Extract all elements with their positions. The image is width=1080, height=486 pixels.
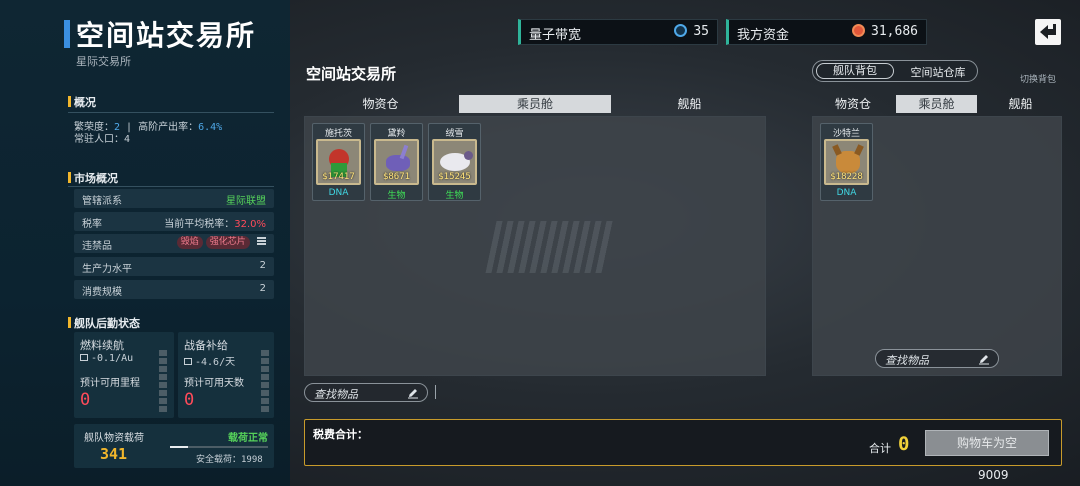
high-output-value: 6.4% (198, 122, 223, 133)
supply-estimate-value: 0 (184, 390, 195, 410)
tab-supplies[interactable]: 物资仓 (304, 95, 457, 113)
page-subtitle: 星际交易所 (76, 55, 131, 68)
item-price: $18228 (830, 172, 863, 182)
bandwidth-display: 量子带宽 35 (518, 19, 718, 45)
ship-silhouette (485, 221, 617, 273)
item-card[interactable]: 施托茨 $17417 DNA (312, 123, 365, 201)
tab-crew[interactable]: 乘员舱 (459, 95, 611, 113)
fuel-icon (80, 354, 88, 361)
bag-toggle: 舰队背包 空间站仓库 (812, 60, 978, 82)
cart-button[interactable]: 购物车为空 (925, 430, 1049, 456)
fleet-bag-option[interactable]: 舰队背包 (816, 63, 894, 79)
tax-total-label: 税费合计： (313, 428, 368, 441)
supply-icon (184, 358, 192, 365)
cargo-status: 载荷正常 (228, 433, 268, 444)
pencil-icon (979, 355, 989, 365)
tax-summary-box: 税费合计： 合计 0 购物车为空 (304, 419, 1062, 466)
total-label: 合计 (869, 442, 891, 455)
funds-display: 我方资金 31,686 (726, 19, 927, 45)
market-row-contraband: 违禁品 毁焰 强化芯片 (74, 234, 274, 253)
tab-ships[interactable]: 舰船 (979, 95, 1062, 113)
coin-icon (852, 24, 866, 37)
market-row-consumption: 消费规模 2 (74, 280, 274, 299)
item-card[interactable]: 黛羚 $8671 生物 (370, 123, 423, 201)
switch-bag-label[interactable]: 切换背包 (1020, 72, 1056, 85)
back-arrow-icon (1040, 24, 1056, 39)
right-tabs: 物资仓 乘员舱 舰船 (812, 95, 1062, 113)
faction-value: 星际联盟 (226, 196, 266, 207)
supply-card: 战备补给 -4.6/天 预计可用天数 0 (178, 332, 274, 418)
tab-crew[interactable]: 乘员舱 (896, 95, 977, 113)
market-row-productivity: 生产力水平 2 (74, 257, 274, 276)
tab-supplies[interactable]: 物资仓 (812, 95, 894, 113)
logistics-heading: 舰队后勤状态 (68, 315, 140, 331)
contraband-tag[interactable]: 毁焰 (176, 236, 203, 249)
divider (68, 186, 274, 187)
center-item-grid: 施托茨 $17417 DNA 黛羚 $8671 生物 绒雪 $15245 生物 (304, 116, 766, 376)
title-accent-bar (64, 20, 70, 48)
item-price: $17417 (322, 172, 355, 182)
overview-heading: 概况 (68, 94, 96, 110)
total-value: 0 (898, 433, 910, 455)
market-row-tax: 税率 当前平均税率：32.0% (74, 212, 274, 231)
center-search-input[interactable]: 查找物品 (304, 383, 428, 402)
footer-number: 9009 (978, 468, 1009, 482)
fuel-estimate-value: 0 (80, 390, 91, 410)
text-cursor (435, 385, 436, 399)
tax-rate-value: 32.0% (234, 219, 266, 230)
exchange-title: 空间站交易所 (306, 65, 397, 83)
market-row-faction: 管辖派系 星际联盟 (74, 189, 274, 208)
list-icon[interactable] (257, 237, 266, 245)
cargo-card: 舰队物资载荷 341 载荷正常 安全载荷：1998 (74, 424, 274, 468)
right-search-input[interactable]: 查找物品 (875, 349, 999, 368)
fuel-gauge (159, 350, 167, 412)
item-category: 生物 (387, 191, 406, 201)
page-title: 空间站交易所 (76, 19, 257, 52)
market-heading: 市场概况 (68, 170, 118, 186)
cargo-value: 341 (100, 445, 128, 463)
pencil-icon (408, 389, 418, 399)
right-item-grid: 沙特兰 $18228 DNA (812, 116, 1062, 376)
population-line: 常驻人口：4 (74, 134, 131, 145)
tab-ships[interactable]: 舰船 (613, 95, 766, 113)
item-category: DNA (836, 188, 857, 198)
center-tabs: 物资仓 乘员舱 舰船 (304, 95, 766, 113)
station-storage-option[interactable]: 空间站仓库 (899, 64, 977, 80)
item-card[interactable]: 沙特兰 $18228 DNA (820, 123, 873, 201)
cargo-bar (170, 446, 268, 448)
item-category: DNA (328, 188, 349, 198)
supply-gauge (261, 350, 269, 412)
fuel-card: 燃料续航 -0.1/Au 预计可用里程 0 (74, 332, 174, 418)
item-card[interactable]: 绒雪 $15245 生物 (428, 123, 481, 201)
back-button[interactable] (1035, 19, 1061, 45)
left-sidebar: 空间站交易所 星际交易所 概况 繁荣度：2 | 高阶产出率：6.4% 常驻人口：… (0, 0, 290, 486)
divider (68, 112, 274, 113)
item-price: $8671 (382, 172, 411, 182)
contraband-tag[interactable]: 强化芯片 (205, 236, 250, 249)
item-price: $15245 (438, 172, 471, 182)
item-category: 生物 (445, 191, 464, 201)
quantum-icon (674, 24, 688, 37)
